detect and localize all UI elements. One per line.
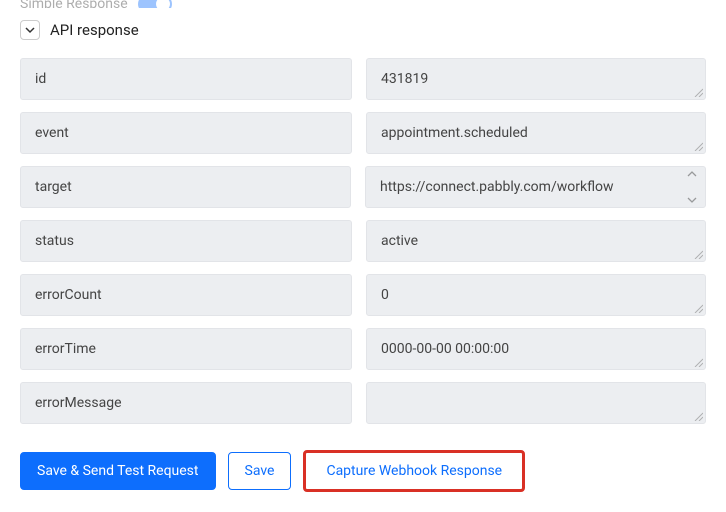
resize-grip-icon[interactable] xyxy=(693,357,703,367)
simple-response-row: Simple Response xyxy=(20,0,706,8)
save-send-test-button[interactable]: Save & Send Test Request xyxy=(20,452,216,490)
value-text: https://connect.pabbly.com/workflow xyxy=(380,179,681,195)
key-cell[interactable]: target xyxy=(20,166,351,208)
capture-webhook-response-button[interactable]: Capture Webhook Response xyxy=(303,450,525,492)
resize-grip-icon[interactable] xyxy=(693,87,703,97)
value-text: 0000-00-00 00:00:00 xyxy=(381,341,683,357)
value-text: 0 xyxy=(381,287,683,303)
pair-row: id 431819 xyxy=(20,58,706,100)
value-cell[interactable]: 0 xyxy=(366,274,706,316)
key-text: errorMessage xyxy=(35,395,122,411)
resize-grip-icon[interactable] xyxy=(693,249,703,259)
key-cell[interactable]: errorCount xyxy=(20,274,352,316)
value-cell[interactable] xyxy=(366,382,706,424)
key-cell[interactable]: status xyxy=(20,220,352,262)
resize-grip-icon[interactable] xyxy=(693,303,703,313)
scroll-up-icon xyxy=(687,170,697,178)
pair-row: status active xyxy=(20,220,706,262)
simple-response-label: Simple Response xyxy=(20,0,128,8)
section-title: API response xyxy=(50,21,139,39)
key-text: errorCount xyxy=(35,287,102,303)
value-cell[interactable]: https://connect.pabbly.com/workflow xyxy=(365,166,706,208)
key-cell[interactable]: errorTime xyxy=(20,328,352,370)
value-cell[interactable]: 431819 xyxy=(366,58,706,100)
resize-grip-icon[interactable] xyxy=(693,141,703,151)
value-cell[interactable]: 0000-00-00 00:00:00 xyxy=(366,328,706,370)
response-pairs: id 431819 event appointment.scheduled ta… xyxy=(20,58,706,424)
api-response-header: API response xyxy=(20,20,706,40)
pair-row: event appointment.scheduled xyxy=(20,112,706,154)
chevron-down-icon xyxy=(25,25,35,35)
key-cell[interactable]: id xyxy=(20,58,352,100)
key-text: errorTime xyxy=(35,341,96,357)
value-cell[interactable]: active xyxy=(366,220,706,262)
key-cell[interactable]: errorMessage xyxy=(20,382,352,424)
collapse-toggle[interactable] xyxy=(20,20,40,40)
key-text: status xyxy=(35,233,74,249)
pair-row: errorMessage xyxy=(20,382,706,424)
pair-row: target https://connect.pabbly.com/workfl… xyxy=(20,166,706,208)
value-text: appointment.scheduled xyxy=(381,125,683,141)
key-text: event xyxy=(35,125,69,141)
simple-response-toggle[interactable] xyxy=(138,0,172,8)
value-text: active xyxy=(381,233,683,249)
value-cell[interactable]: appointment.scheduled xyxy=(366,112,706,154)
resize-grip-icon[interactable] xyxy=(693,411,703,421)
pair-row: errorTime 0000-00-00 00:00:00 xyxy=(20,328,706,370)
key-text: id xyxy=(35,71,46,87)
key-cell[interactable]: event xyxy=(20,112,352,154)
value-text: 431819 xyxy=(381,71,683,87)
pair-row: errorCount 0 xyxy=(20,274,706,316)
scroll-down-icon xyxy=(687,196,697,204)
save-button[interactable]: Save xyxy=(228,452,292,490)
action-buttons: Save & Send Test Request Save Capture We… xyxy=(20,450,706,492)
key-text: target xyxy=(35,179,72,195)
scroll-arrows[interactable] xyxy=(687,167,701,207)
